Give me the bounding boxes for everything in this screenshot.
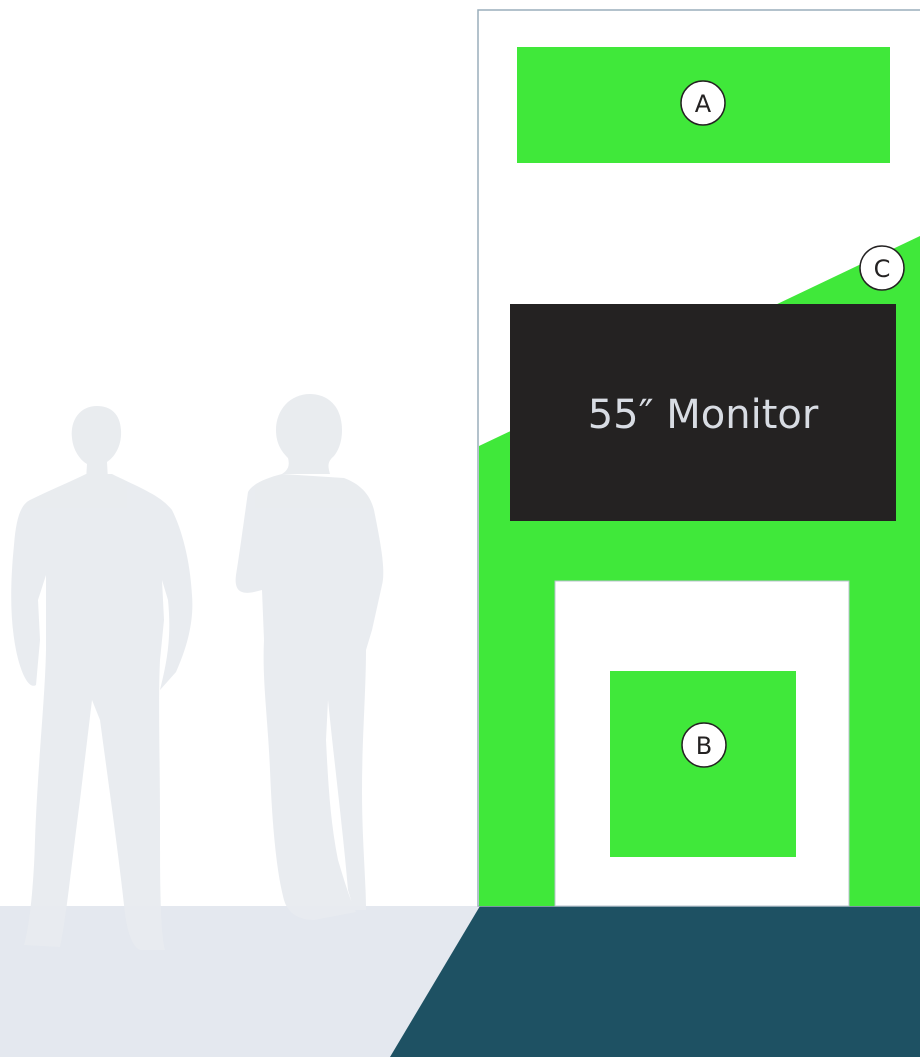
marker-b-label: B: [696, 732, 712, 760]
marker-b: B: [681, 722, 727, 768]
woman-silhouette: [235, 394, 384, 920]
man-silhouette: [11, 406, 193, 950]
booth-elevation-diagram: 55″ Monitor A B C: [0, 0, 920, 1057]
marker-a-label: A: [695, 90, 712, 118]
booth-carpet: [390, 906, 920, 1057]
booth-diagram-canvas: 55″ Monitor A B C: [0, 9, 920, 1057]
monitor-label: 55″ Monitor: [588, 392, 819, 438]
marker-c-label: C: [874, 255, 891, 283]
marker-a: A: [680, 80, 726, 126]
marker-c: C: [859, 245, 905, 291]
